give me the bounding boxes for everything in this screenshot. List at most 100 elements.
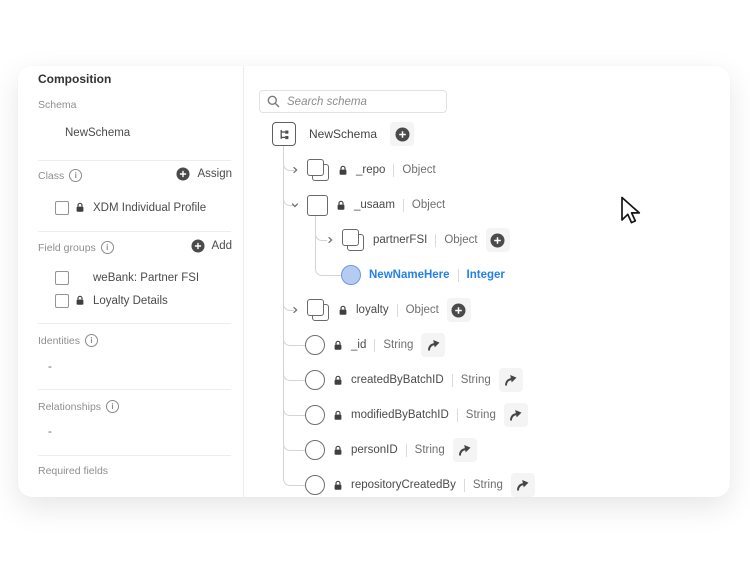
field-name: _id [351,339,366,351]
new-field-circle-icon [341,265,361,285]
tree-line [315,216,316,265]
lock-icon [338,165,348,176]
field-circle-icon [305,405,325,425]
field-circle-icon [305,370,325,390]
tree-row-modifiedByBatchID[interactable]: modifiedByBatchID String [305,403,528,427]
divider [464,479,465,492]
field-type: String [383,339,413,351]
list-item[interactable]: weBank: Partner FSI [18,266,243,289]
search-input[interactable] [259,90,447,113]
object-array-icon [307,299,330,322]
field-name: modifiedByBatchID [351,409,449,421]
schema-tree-panel: NewSchema _repo Object _usaam Object partner… [244,66,730,497]
info-icon: i [101,241,114,254]
composition-panel: Composition Schema NewSchema Classi Assi… [18,66,244,497]
open-relationship-button[interactable] [504,403,528,427]
checkbox[interactable] [55,201,69,215]
lock-icon [333,340,343,351]
info-icon: i [85,334,98,347]
composition-title: Composition [38,72,111,86]
tree-elbow [283,405,306,416]
checkbox[interactable] [55,271,69,285]
relationships-section-label: Relationshipsi [38,400,119,413]
tree-row-partnerFSI[interactable]: partnerFSIObject [326,228,510,252]
field-type: String [461,374,491,386]
field-circle-icon [305,475,325,495]
checkbox[interactable] [55,294,69,308]
tree-elbow [283,335,306,346]
tree-elbow [283,440,306,451]
tree-row-_usaam[interactable]: _usaam Object [291,193,445,217]
add-root-field-button[interactable] [390,122,414,146]
item-label: Loyalty Details [93,295,168,307]
schema-name-value: NewSchema [65,127,130,139]
field-circle-icon [305,335,325,355]
divider [38,455,231,456]
divider [38,323,231,324]
chevron-down-icon[interactable] [291,201,299,209]
field-type: String [415,444,445,456]
object-icon [307,195,328,216]
open-relationship-button[interactable] [421,333,445,357]
relationships-empty-value: - [48,426,52,438]
open-relationship-button[interactable] [511,473,535,497]
add-subfield-button[interactable] [447,298,471,322]
open-relationship-button[interactable] [453,438,477,462]
lock-icon [75,202,85,213]
tree-elbow [315,265,342,276]
tree-row-personID[interactable]: personID String [305,438,477,462]
open-relationship-button[interactable] [499,368,523,392]
lock-icon [333,480,343,491]
divider [393,164,394,177]
tree-row-createdByBatchID[interactable]: createdByBatchID String [305,368,523,392]
divider [406,444,407,457]
object-array-icon [342,229,365,252]
info-icon: i [106,400,119,413]
assign-class-button[interactable]: Assign [176,167,232,181]
lock-icon [338,305,348,316]
tree-row-NewNameHere[interactable]: NewNameHereInteger [341,263,505,287]
chevron-right-icon[interactable] [291,306,299,314]
field-type: String [466,409,496,421]
tree-row-loyalty[interactable]: loyalty Object [291,298,471,322]
tree-elbow [283,370,306,381]
chevron-right-icon[interactable] [326,236,334,244]
add-subfield-button[interactable] [486,228,510,252]
field-type: Object [402,164,435,176]
field-name: NewNameHere [369,269,450,281]
divider [457,409,458,422]
field-type: Object [406,304,439,316]
class-item-list: XDM Individual Profile [18,196,243,219]
field-name: createdByBatchID [351,374,444,386]
divider [374,339,375,352]
tree-row-_id[interactable]: _id String [305,333,445,357]
tree-row-repositoryCreatedBy[interactable]: repositoryCreatedByString [305,473,535,497]
schema-search [259,90,447,113]
field-name: _usaam [354,199,395,211]
lock-icon [333,375,343,386]
divider [452,374,453,387]
tree-row-_repo[interactable]: _repo Object [291,158,436,182]
tree-root-row[interactable]: NewSchema [272,122,414,146]
list-item[interactable]: XDM Individual Profile [18,196,243,219]
field-type: Object [412,199,445,211]
schema-root-icon [272,122,296,146]
add-field-group-button[interactable]: Add [191,239,232,253]
root-schema-name: NewSchema [309,127,377,141]
field-name: _repo [356,164,385,176]
field-groups-section-label: Field groupsi [38,241,114,254]
divider [458,269,459,282]
schema-editor-card: Composition Schema NewSchema Classi Assi… [18,66,730,497]
object-array-icon [307,159,330,182]
tree-elbow [283,475,306,486]
divider [38,231,231,232]
divider [397,304,398,317]
schema-section-label: Schema [38,99,77,111]
chevron-right-icon[interactable] [291,166,299,174]
field-name: personID [351,444,398,456]
field-name: repositoryCreatedBy [351,479,456,491]
divider [403,199,404,212]
list-item[interactable]: Loyalty Details [18,289,243,312]
lock-icon [333,410,343,421]
field-name: loyalty [356,304,389,316]
